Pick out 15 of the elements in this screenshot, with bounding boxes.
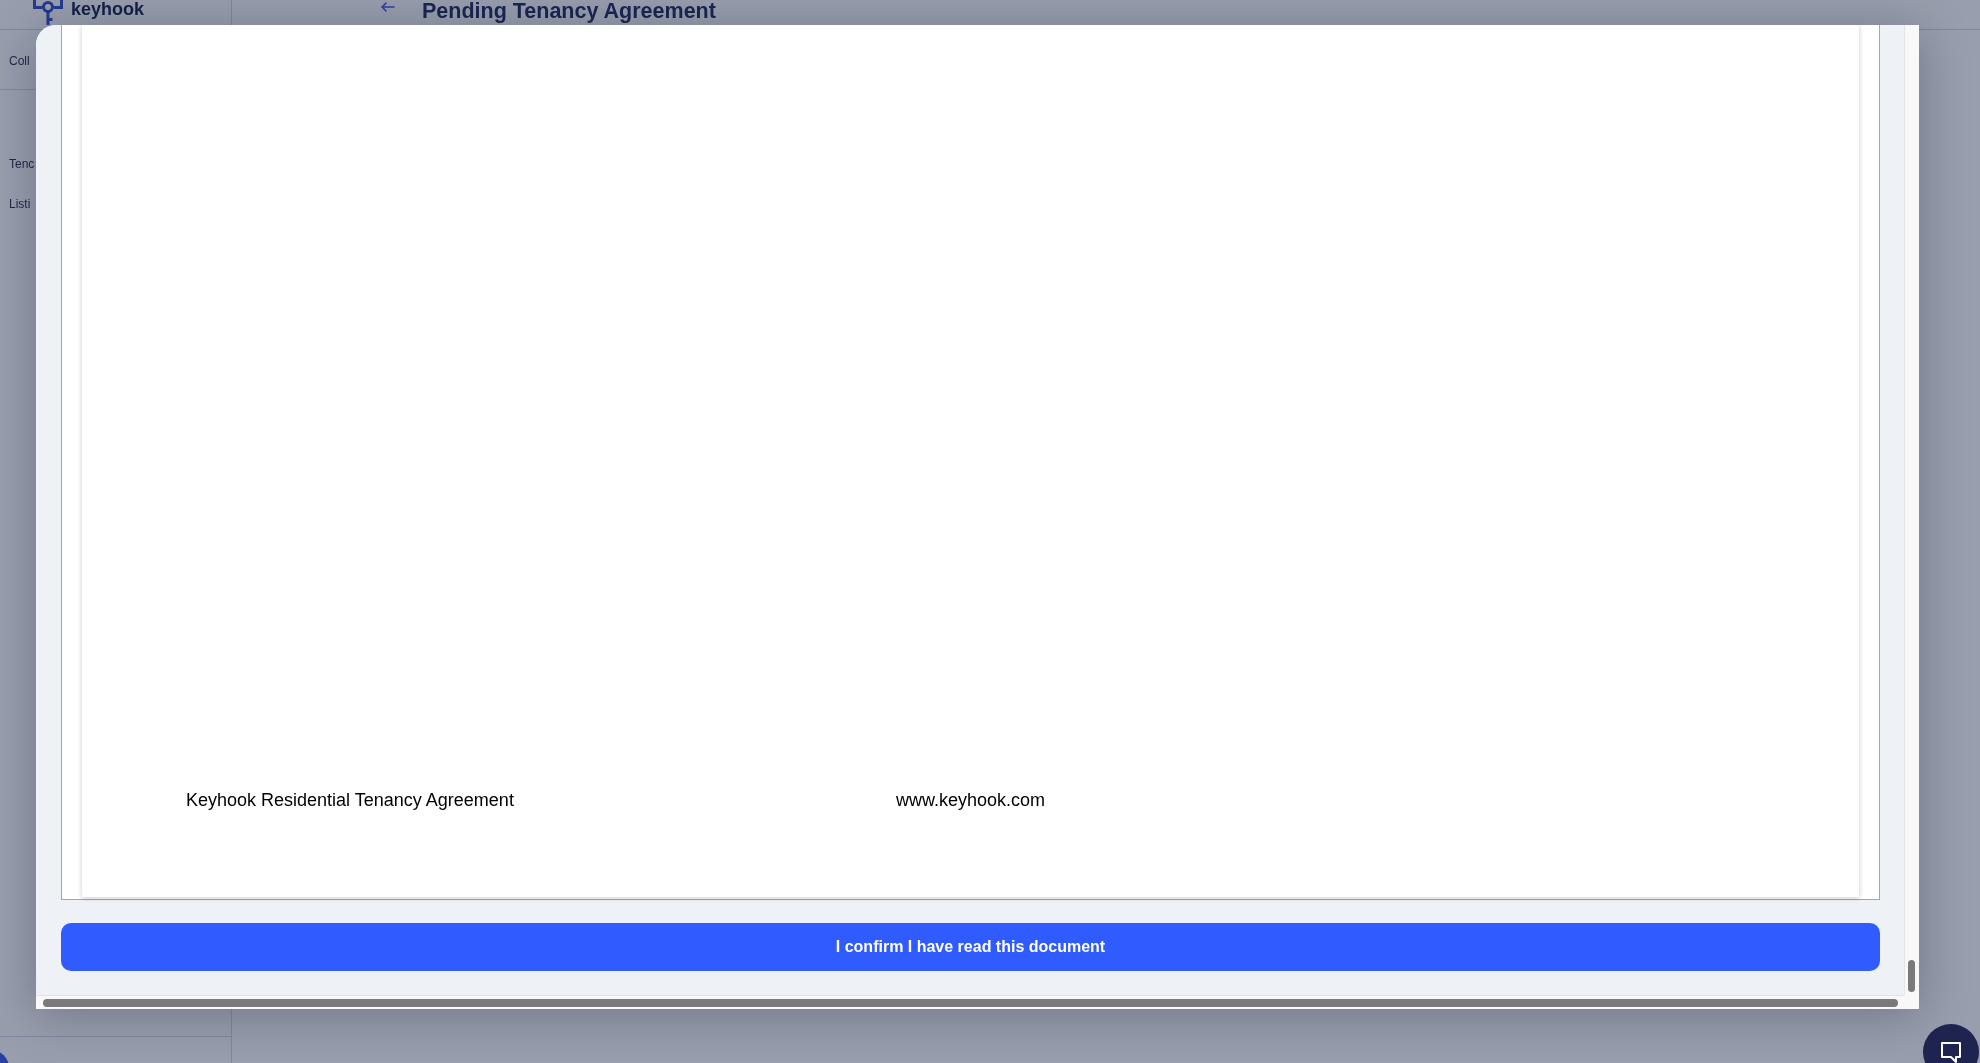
page-title: Pending Tenancy Agreement (422, 0, 716, 23)
vertical-scrollbar[interactable] (1904, 25, 1919, 995)
logo-icon (33, 0, 63, 25)
scrollbar-thumb[interactable] (43, 999, 1898, 1007)
horizontal-scrollbar[interactable] (36, 995, 1904, 1009)
back-arrow-icon[interactable] (381, 2, 395, 12)
logo-text: keyhook (71, 0, 145, 19)
chat-bubble-icon (1940, 1042, 1962, 1063)
sidebar-item[interactable]: Tenc (9, 157, 35, 171)
scrollbar-thumb[interactable] (1908, 960, 1915, 992)
sidebar-item[interactable]: Coll (9, 53, 30, 68)
confirm-button[interactable]: I confirm I have read this document (61, 923, 1880, 971)
sidebar-item[interactable]: Listi (9, 197, 31, 211)
document-footer-title: Keyhook Residential Tenancy Agreement (186, 790, 514, 811)
document-footer-website: www.keyhook.com (896, 790, 1046, 811)
